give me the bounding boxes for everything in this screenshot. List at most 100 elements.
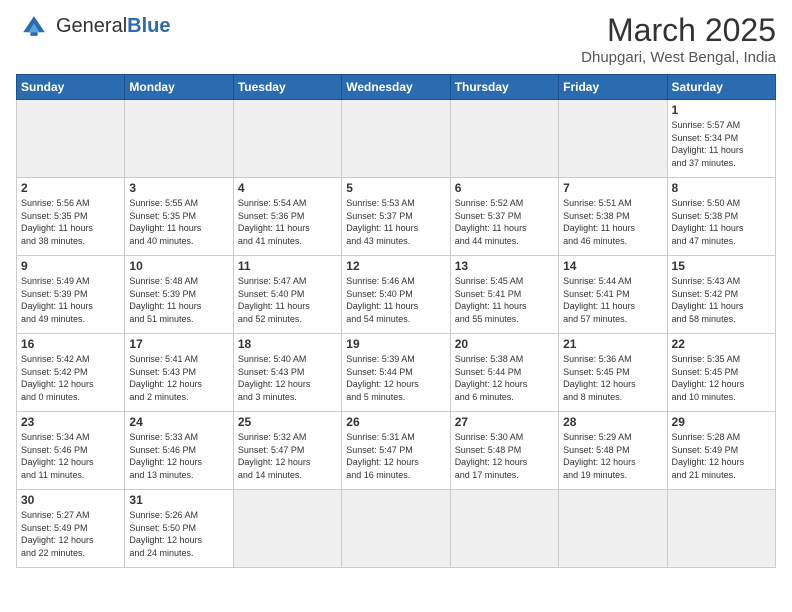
calendar-day: 19 Sunrise: 5:39 AM Sunset: 5:44 PM Dayli… <box>342 334 450 412</box>
calendar-week-row: 23 Sunrise: 5:34 AM Sunset: 5:46 PM Dayli… <box>17 412 776 490</box>
calendar-day: 5Sunrise: 5:53 AM Sunset: 5:37 PM Daylig… <box>342 178 450 256</box>
logo-icon <box>16 12 52 40</box>
day-info: Sunrise: 5:51 AM Sunset: 5:38 PM Dayligh… <box>563 197 662 247</box>
day-info: Sunrise: 5:55 AM Sunset: 5:35 PM Dayligh… <box>129 197 228 247</box>
weekday-header: Tuesday <box>233 75 341 100</box>
day-info: Sunrise: 5:41 AM Sunset: 5:43 PM Dayligh… <box>129 353 228 403</box>
calendar-day: 26 Sunrise: 5:31 AM Sunset: 5:47 PM Dayli… <box>342 412 450 490</box>
calendar-day: 2 Sunrise: 5:56 AM Sunset: 5:35 PM Daylig… <box>17 178 125 256</box>
day-info: Sunrise: 5:32 AM Sunset: 5:47 PM Dayligh… <box>238 431 337 481</box>
calendar-day: 29 Sunrise: 5:28 AM Sunset: 5:49 PM Dayli… <box>667 412 775 490</box>
calendar-day: 11 Sunrise: 5:47 AM Sunset: 5:40 PM Dayli… <box>233 256 341 334</box>
day-info: Sunrise: 5:29 AM Sunset: 5:48 PM Dayligh… <box>563 431 662 481</box>
day-info: Sunrise: 5:26 AM Sunset: 5:50 PM Dayligh… <box>129 509 228 559</box>
calendar-day: 14 Sunrise: 5:44 AM Sunset: 5:41 PM Dayli… <box>559 256 667 334</box>
weekday-header: Wednesday <box>342 75 450 100</box>
calendar-day <box>342 490 450 568</box>
day-number: 1 <box>672 103 771 117</box>
day-number: 3 <box>129 181 228 195</box>
day-number: 6 <box>455 181 554 195</box>
day-info: Sunrise: 5:36 AM Sunset: 5:45 PM Dayligh… <box>563 353 662 403</box>
calendar-day <box>233 100 341 178</box>
day-number: 4 <box>238 181 337 195</box>
calendar-day: 27Sunrise: 5:30 AM Sunset: 5:48 PM Dayli… <box>450 412 558 490</box>
day-info: Sunrise: 5:39 AM Sunset: 5:44 PM Dayligh… <box>346 353 445 403</box>
logo-text: GeneralBlue <box>56 15 171 38</box>
day-info: Sunrise: 5:50 AM Sunset: 5:38 PM Dayligh… <box>672 197 771 247</box>
day-info: Sunrise: 5:48 AM Sunset: 5:39 PM Dayligh… <box>129 275 228 325</box>
calendar-day: 6 Sunrise: 5:52 AM Sunset: 5:37 PM Daylig… <box>450 178 558 256</box>
location: Dhupgari, West Bengal, India <box>581 49 776 66</box>
calendar-day: 12Sunrise: 5:46 AM Sunset: 5:40 PM Dayli… <box>342 256 450 334</box>
day-info: Sunrise: 5:43 AM Sunset: 5:42 PM Dayligh… <box>672 275 771 325</box>
calendar-week-row: 16 Sunrise: 5:42 AM Sunset: 5:42 PM Dayli… <box>17 334 776 412</box>
day-number: 14 <box>563 259 662 273</box>
calendar-day: 22Sunrise: 5:35 AM Sunset: 5:45 PM Dayli… <box>667 334 775 412</box>
day-number: 22 <box>672 337 771 351</box>
calendar-day <box>559 490 667 568</box>
day-info: Sunrise: 5:56 AM Sunset: 5:35 PM Dayligh… <box>21 197 120 247</box>
weekday-header: Friday <box>559 75 667 100</box>
calendar-day <box>125 100 233 178</box>
logo: GeneralBlue <box>16 12 171 40</box>
calendar-body: 1 Sunrise: 5:57 AM Sunset: 5:34 PM Daylig… <box>17 100 776 568</box>
calendar-day: 28Sunrise: 5:29 AM Sunset: 5:48 PM Dayli… <box>559 412 667 490</box>
calendar-day: 10 Sunrise: 5:48 AM Sunset: 5:39 PM Dayli… <box>125 256 233 334</box>
title-block: March 2025 Dhupgari, West Bengal, India <box>581 12 776 66</box>
calendar-week-row: 1 Sunrise: 5:57 AM Sunset: 5:34 PM Daylig… <box>17 100 776 178</box>
month-title: March 2025 <box>581 12 776 49</box>
day-number: 19 <box>346 337 445 351</box>
weekday-header: Monday <box>125 75 233 100</box>
calendar-day: 8Sunrise: 5:50 AM Sunset: 5:38 PM Daylig… <box>667 178 775 256</box>
day-info: Sunrise: 5:45 AM Sunset: 5:41 PM Dayligh… <box>455 275 554 325</box>
day-number: 24 <box>129 415 228 429</box>
calendar-day: 3 Sunrise: 5:55 AM Sunset: 5:35 PM Daylig… <box>125 178 233 256</box>
calendar-day: 20Sunrise: 5:38 AM Sunset: 5:44 PM Dayli… <box>450 334 558 412</box>
calendar-week-row: 9 Sunrise: 5:49 AM Sunset: 5:39 PM Daylig… <box>17 256 776 334</box>
day-info: Sunrise: 5:40 AM Sunset: 5:43 PM Dayligh… <box>238 353 337 403</box>
day-info: Sunrise: 5:52 AM Sunset: 5:37 PM Dayligh… <box>455 197 554 247</box>
calendar-day: 4Sunrise: 5:54 AM Sunset: 5:36 PM Daylig… <box>233 178 341 256</box>
calendar-day <box>17 100 125 178</box>
day-info: Sunrise: 5:49 AM Sunset: 5:39 PM Dayligh… <box>21 275 120 325</box>
day-number: 11 <box>238 259 337 273</box>
calendar-day: 25Sunrise: 5:32 AM Sunset: 5:47 PM Dayli… <box>233 412 341 490</box>
day-number: 29 <box>672 415 771 429</box>
calendar-day <box>450 490 558 568</box>
day-number: 12 <box>346 259 445 273</box>
day-number: 26 <box>346 415 445 429</box>
calendar-day: 1 Sunrise: 5:57 AM Sunset: 5:34 PM Daylig… <box>667 100 775 178</box>
calendar-day <box>233 490 341 568</box>
weekday-header: Saturday <box>667 75 775 100</box>
day-info: Sunrise: 5:31 AM Sunset: 5:47 PM Dayligh… <box>346 431 445 481</box>
day-info: Sunrise: 5:57 AM Sunset: 5:34 PM Dayligh… <box>672 119 771 169</box>
day-number: 2 <box>21 181 120 195</box>
calendar-day: 16 Sunrise: 5:42 AM Sunset: 5:42 PM Dayli… <box>17 334 125 412</box>
day-number: 20 <box>455 337 554 351</box>
calendar-day: 17 Sunrise: 5:41 AM Sunset: 5:43 PM Dayli… <box>125 334 233 412</box>
calendar-header: SundayMondayTuesdayWednesdayThursdayFrid… <box>17 75 776 100</box>
calendar-week-row: 30Sunrise: 5:27 AM Sunset: 5:49 PM Dayli… <box>17 490 776 568</box>
day-info: Sunrise: 5:42 AM Sunset: 5:42 PM Dayligh… <box>21 353 120 403</box>
weekday-header: Sunday <box>17 75 125 100</box>
day-info: Sunrise: 5:28 AM Sunset: 5:49 PM Dayligh… <box>672 431 771 481</box>
day-number: 23 <box>21 415 120 429</box>
calendar-day: 18Sunrise: 5:40 AM Sunset: 5:43 PM Dayli… <box>233 334 341 412</box>
day-info: Sunrise: 5:30 AM Sunset: 5:48 PM Dayligh… <box>455 431 554 481</box>
calendar-day: 30Sunrise: 5:27 AM Sunset: 5:49 PM Dayli… <box>17 490 125 568</box>
weekday-row: SundayMondayTuesdayWednesdayThursdayFrid… <box>17 75 776 100</box>
day-number: 15 <box>672 259 771 273</box>
day-info: Sunrise: 5:44 AM Sunset: 5:41 PM Dayligh… <box>563 275 662 325</box>
calendar-day <box>342 100 450 178</box>
day-number: 9 <box>21 259 120 273</box>
calendar-day: 13 Sunrise: 5:45 AM Sunset: 5:41 PM Dayli… <box>450 256 558 334</box>
header: GeneralBlue March 2025 Dhupgari, West Be… <box>16 12 776 66</box>
day-number: 13 <box>455 259 554 273</box>
day-number: 16 <box>21 337 120 351</box>
day-number: 30 <box>21 493 120 507</box>
day-number: 10 <box>129 259 228 273</box>
day-number: 7 <box>563 181 662 195</box>
day-info: Sunrise: 5:34 AM Sunset: 5:46 PM Dayligh… <box>21 431 120 481</box>
day-info: Sunrise: 5:47 AM Sunset: 5:40 PM Dayligh… <box>238 275 337 325</box>
day-number: 17 <box>129 337 228 351</box>
